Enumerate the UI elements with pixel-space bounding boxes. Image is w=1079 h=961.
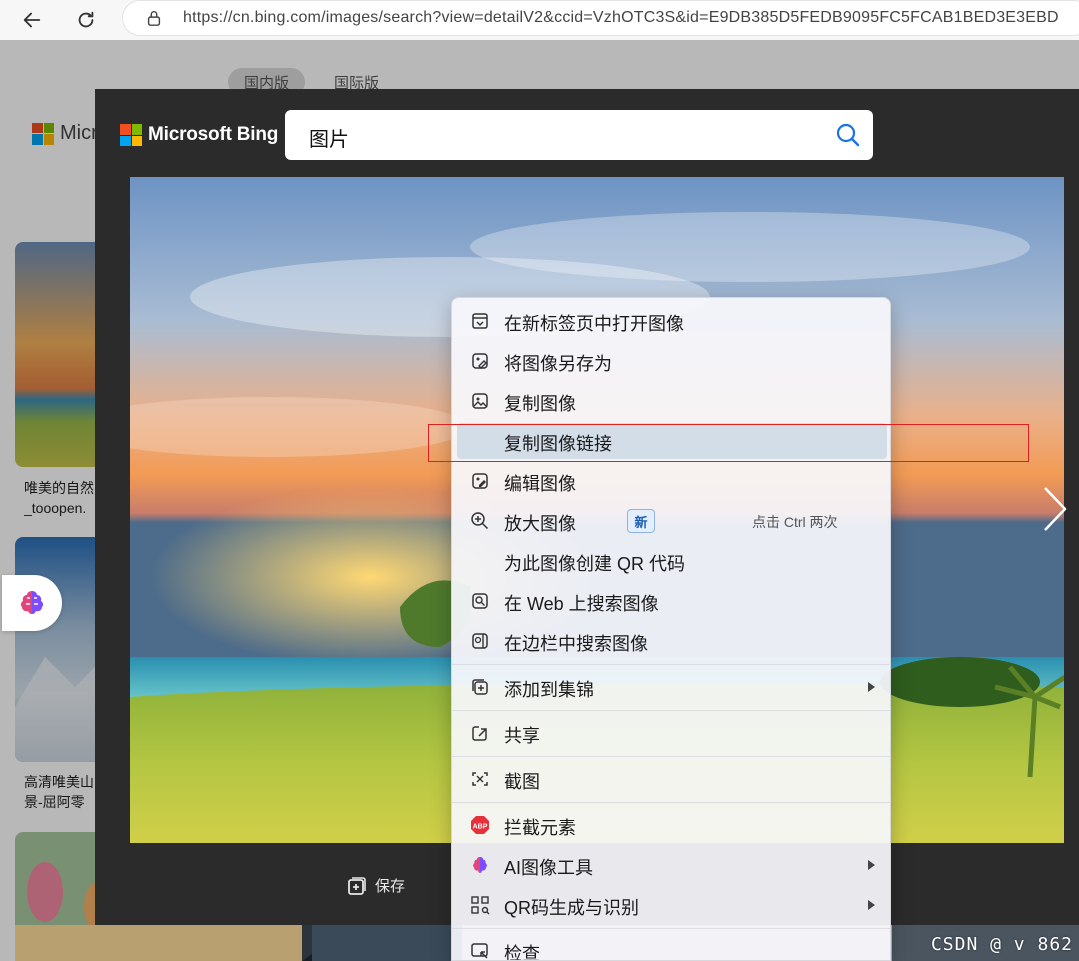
menu-item-share[interactable]: 共享 (457, 715, 887, 751)
menu-separator (452, 928, 890, 929)
menu-item-sidebar-search[interactable]: 在边栏中搜索图像 (457, 623, 887, 659)
refresh-icon (78, 11, 94, 28)
refresh-button[interactable] (70, 4, 102, 36)
menu-item-web-search-image[interactable]: 在 Web 上搜索图像 (457, 583, 887, 619)
lock-icon (147, 11, 161, 26)
menu-item-screenshot[interactable]: 截图 (457, 761, 887, 797)
menu-separator (452, 710, 890, 711)
back-button[interactable] (16, 4, 48, 36)
menu-separator (452, 756, 890, 757)
ai-assistant-float-button[interactable] (2, 575, 62, 631)
submenu-arrow-icon (868, 900, 875, 910)
save-image-icon (470, 351, 490, 371)
menu-item-edit-image[interactable]: 编辑图像 (457, 463, 887, 499)
menu-item-open-new-tab[interactable]: 在新标签页中打开图像 (457, 303, 887, 339)
menu-item-inspect[interactable]: 检查 (457, 933, 887, 960)
menu-item-copy-image[interactable]: 复制图像 (457, 383, 887, 419)
qr-code-icon (470, 895, 490, 915)
menu-item-block-element[interactable]: ABP 拦截元素 (457, 807, 887, 843)
menu-item-add-to-collections[interactable]: 添加到集锦 (457, 669, 887, 705)
search-box[interactable]: 图片 (285, 110, 873, 160)
edit-image-icon (470, 471, 490, 491)
ai-brain-icon (20, 591, 44, 614)
search-input[interactable]: 图片 (309, 123, 349, 152)
web-search-image-icon (470, 591, 490, 611)
menu-separator (452, 802, 890, 803)
context-menu: 在新标签页中打开图像 将图像另存为 复制图像 复制图像链接 编辑图像 放大图像 … (451, 297, 891, 961)
next-image-chevron-icon[interactable] (1039, 484, 1069, 534)
zoom-in-icon (470, 511, 490, 531)
ai-brain-icon (470, 855, 490, 875)
sidebar-search-icon (470, 631, 490, 651)
back-arrow-icon (23, 12, 41, 28)
inspect-icon (470, 941, 490, 960)
url-text: https://cn.bing.com/images/search?view=d… (183, 9, 1059, 26)
shortcut-hint: 点击 Ctrl 两次 (752, 514, 838, 530)
save-button[interactable]: 保存 (347, 875, 405, 896)
submenu-arrow-icon (868, 860, 875, 870)
bing-logo[interactable]: Microsoft Bing (120, 124, 278, 146)
share-icon (470, 723, 490, 743)
menu-item-save-image-as[interactable]: 将图像另存为 (457, 343, 887, 379)
csdn-watermark: CSDN @ v 862 (930, 934, 1073, 955)
address-bar[interactable]: https://cn.bing.com/images/search?view=d… (122, 0, 1079, 36)
menu-item-zoom-image[interactable]: 放大图像 新 点击 Ctrl 两次 (457, 503, 887, 539)
add-collection-icon (348, 876, 366, 895)
browser-toolbar: https://cn.bing.com/images/search?view=d… (0, 0, 1079, 40)
bing-logo-text: Microsoft Bing (148, 124, 279, 145)
save-label: 保存 (375, 878, 406, 895)
menu-item-qr-tools[interactable]: QR码生成与识别 (457, 887, 887, 923)
new-badge: 新 (627, 509, 655, 533)
menu-item-create-qr[interactable]: 为此图像创建 QR 代码 (457, 543, 887, 579)
menu-item-ai-image-tools[interactable]: AI图像工具 (457, 847, 887, 883)
search-icon[interactable] (835, 122, 861, 148)
viewer-header: Microsoft Bing 图片 (95, 89, 1079, 177)
microsoft-logo-icon (120, 124, 142, 146)
svg-text:ABP: ABP (473, 824, 488, 831)
copy-image-icon (470, 391, 490, 411)
submenu-arrow-icon (868, 682, 875, 692)
collections-icon (470, 677, 490, 697)
menu-separator (452, 664, 890, 665)
annotation-highlight-box (428, 424, 1029, 462)
open-new-tab-icon (470, 311, 490, 331)
screenshot-icon (470, 769, 490, 789)
abp-icon: ABP (470, 815, 490, 835)
